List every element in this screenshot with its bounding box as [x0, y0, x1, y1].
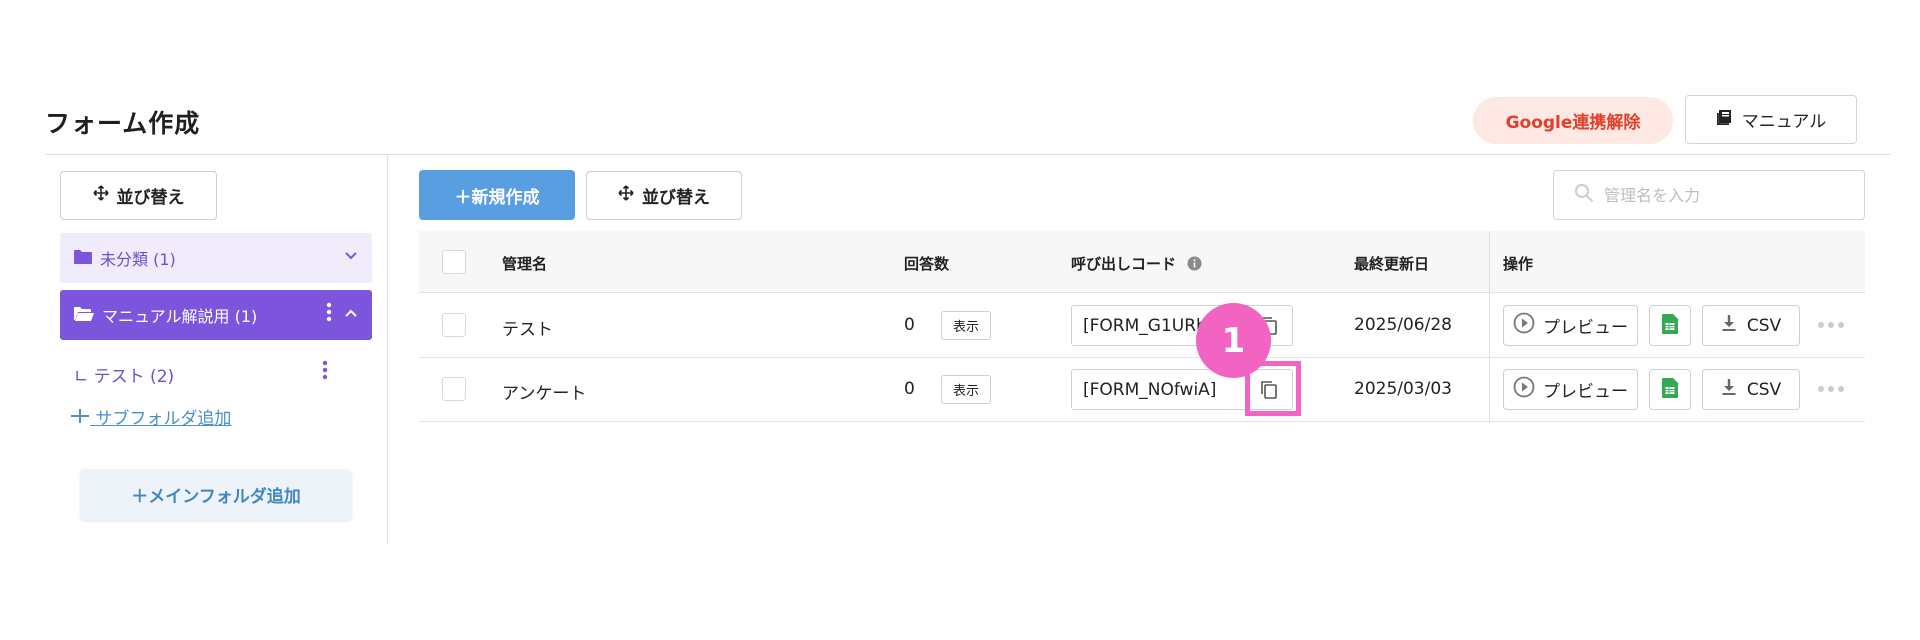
preview-button[interactable]: プレビュー [1503, 305, 1638, 346]
table-row: アンケート 0 表示 [FORM_NOfwiA] 2025/03/03 プレビュ… [419, 358, 1865, 422]
row-updated: 2025/06/28 [1354, 315, 1452, 335]
download-icon [1721, 378, 1737, 401]
play-circle-icon [1513, 376, 1535, 403]
row-answers: 0 [904, 315, 915, 335]
page-title: フォーム作成 [45, 109, 201, 138]
subfolder-prefix: ∟ [74, 367, 89, 387]
header-name: 管理名 [502, 255, 548, 273]
new-form-button[interactable]: ＋新規作成 [419, 170, 575, 220]
header-code-label: 呼び出しコード [1071, 255, 1177, 273]
preview-button[interactable]: プレビュー [1503, 369, 1638, 410]
subfolder-label: テスト (2) [93, 367, 175, 387]
csv-label: CSV [1746, 315, 1782, 336]
play-circle-icon [1513, 312, 1535, 339]
table-row: テスト 0 表示 [FORM_G1URb 2025/06/28 プレビュー CS… [419, 294, 1865, 358]
sort-label: 並び替え [642, 188, 710, 208]
google-unlink-button[interactable]: Google連携解除 [1473, 97, 1673, 144]
header-divider [45, 154, 1891, 155]
folder-icon [74, 249, 92, 268]
info-icon[interactable] [1187, 256, 1202, 275]
spreadsheet-icon [1662, 313, 1678, 338]
row-updated: 2025/03/03 [1354, 379, 1452, 399]
move-icon [92, 185, 109, 206]
sidebar-sort-label: 並び替え [116, 188, 185, 208]
row-checkbox[interactable] [442, 313, 466, 337]
manual-label: マニュアル [1741, 112, 1827, 132]
folder-label: 未分類 (1) [100, 250, 176, 269]
sidebar-folder-manual[interactable]: マニュアル解説用 (1) [60, 290, 372, 340]
spreadsheet-icon [1662, 377, 1678, 402]
sidebar-divider [387, 155, 388, 544]
header-updated: 最終更新日 [1354, 255, 1430, 273]
actions-column-divider [1489, 231, 1490, 423]
show-answers-button[interactable]: 表示 [941, 375, 991, 404]
spreadsheet-button[interactable] [1649, 305, 1691, 346]
plus-icon [70, 409, 95, 429]
csv-download-button[interactable]: CSV [1702, 305, 1800, 346]
code-value: [FORM_G1URb [1083, 315, 1207, 336]
search-box[interactable] [1553, 170, 1865, 220]
show-answers-button[interactable]: 表示 [941, 311, 991, 340]
preview-label: プレビュー [1543, 318, 1628, 338]
more-horizontal-icon[interactable] [1817, 310, 1845, 334]
add-main-folder-button[interactable]: ＋メインフォルダ追加 [80, 469, 352, 520]
kebab-icon[interactable] [322, 360, 328, 385]
folder-open-icon [74, 306, 94, 325]
table-header: 管理名 回答数 呼び出しコード 最終更新日 操作 [419, 231, 1865, 293]
row-answers: 0 [904, 379, 915, 399]
spreadsheet-button[interactable] [1649, 369, 1691, 410]
add-subfolder-label: サブフォルダ追加 [95, 409, 232, 429]
row-checkbox[interactable] [442, 377, 466, 401]
move-icon [618, 185, 634, 206]
header-actions: 操作 [1503, 255, 1534, 273]
show-label: 表示 [952, 320, 979, 335]
show-label: 表示 [952, 384, 979, 399]
search-input[interactable] [1604, 185, 1844, 205]
row-name: テスト [502, 320, 553, 340]
download-icon [1721, 314, 1737, 337]
header-code: 呼び出しコード [1071, 253, 1202, 275]
select-all-checkbox[interactable] [442, 250, 466, 274]
preview-label: プレビュー [1543, 382, 1628, 402]
chevron-up-icon[interactable] [344, 303, 358, 322]
sidebar-subfolder-test[interactable]: ∟ テスト (2) [74, 362, 174, 387]
manual-button[interactable]: マニュアル [1685, 95, 1857, 144]
annotation-badge: 1 [1196, 303, 1271, 378]
more-horizontal-icon[interactable] [1817, 374, 1845, 398]
search-icon [1574, 183, 1594, 207]
sort-button[interactable]: 並び替え [586, 171, 742, 220]
add-subfolder-link[interactable]: サブフォルダ追加 [70, 404, 231, 429]
sidebar-sort-button[interactable]: 並び替え [60, 171, 217, 220]
google-unlink-label: Google連携解除 [1505, 113, 1641, 133]
csv-download-button[interactable]: CSV [1702, 369, 1800, 410]
folder-label: マニュアル解説用 (1) [102, 307, 258, 326]
code-value: [FORM_NOfwiA] [1083, 379, 1217, 400]
add-main-folder-label: ＋メインフォルダ追加 [131, 487, 301, 507]
sidebar-folder-uncategorized[interactable]: 未分類 (1) [60, 233, 372, 283]
header-answers: 回答数 [904, 255, 950, 273]
row-name: アンケート [502, 384, 587, 404]
book-icon [1716, 108, 1734, 131]
chevron-down-icon[interactable] [344, 246, 358, 265]
kebab-icon[interactable] [326, 302, 332, 327]
new-form-label: ＋新規作成 [454, 187, 540, 208]
csv-label: CSV [1746, 379, 1782, 400]
